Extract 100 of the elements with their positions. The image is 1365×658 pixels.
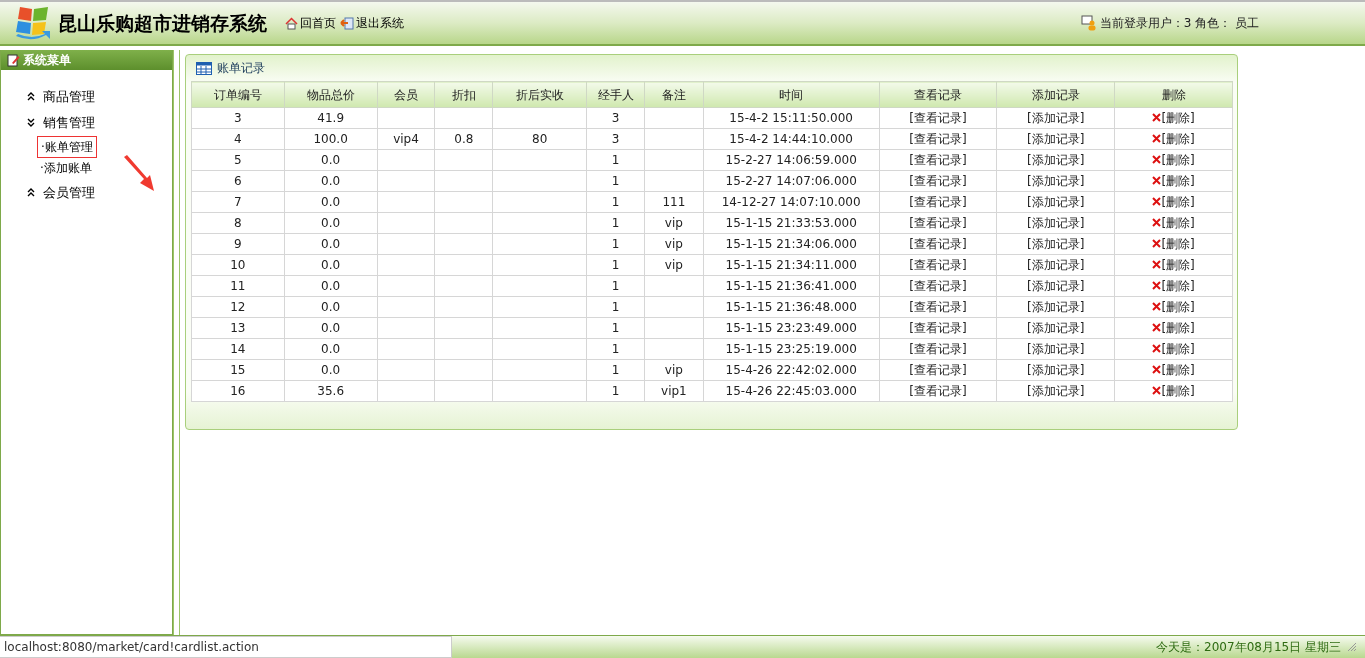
table-cell: 15-2-27 14:07:06.000 bbox=[703, 170, 880, 192]
table-cell: vip bbox=[644, 212, 704, 234]
table-cell: 1 bbox=[586, 317, 645, 339]
submenu-link[interactable]: ·账单管理 bbox=[37, 136, 97, 158]
table-cell: 0.0 bbox=[284, 149, 378, 171]
column-header: 时间 bbox=[703, 81, 880, 108]
table-cell: 80 bbox=[492, 128, 587, 150]
table-cell: 1 bbox=[586, 233, 645, 255]
table-cell: 10 bbox=[191, 254, 285, 276]
column-header: 添加记录 bbox=[996, 81, 1115, 108]
table-cell: 8 bbox=[191, 212, 285, 234]
table-cell: 0.0 bbox=[284, 275, 378, 297]
column-header: 物品总价 bbox=[284, 81, 378, 108]
delete-icon bbox=[1152, 197, 1162, 207]
table-cell: 111 bbox=[644, 191, 704, 213]
column-header: 删除 bbox=[1114, 81, 1233, 108]
table-cell: 0.0 bbox=[284, 212, 378, 234]
table-cell: 3 bbox=[191, 107, 285, 129]
home-icon bbox=[285, 16, 298, 30]
table-cell: 16 bbox=[191, 380, 285, 402]
app-title: 昆山乐购超市进销存系统 bbox=[58, 10, 267, 36]
table-cell: 15-1-15 21:36:48.000 bbox=[703, 296, 880, 318]
table-cell: 41.9 bbox=[284, 107, 378, 129]
table-cell: vip bbox=[644, 254, 704, 276]
table-cell: 14-12-27 14:07:10.000 bbox=[703, 191, 880, 213]
table-cell: 0.0 bbox=[284, 170, 378, 192]
table-cell: 15-1-15 21:33:53.000 bbox=[703, 212, 880, 234]
submenu-link[interactable]: ·添加账单 bbox=[37, 158, 95, 180]
table-cell: vip1 bbox=[644, 380, 704, 402]
table-cell: 15 bbox=[191, 359, 285, 381]
table-cell: 15-1-15 21:34:11.000 bbox=[703, 254, 880, 276]
home-link[interactable]: 回首页 bbox=[285, 14, 336, 32]
table-cell: 15-2-27 14:06:59.000 bbox=[703, 149, 880, 171]
table-cell: 15-4-26 22:42:02.000 bbox=[703, 359, 880, 381]
delete-icon bbox=[1152, 113, 1162, 123]
delete-icon bbox=[1152, 260, 1162, 270]
table-cell: 15-4-2 15:11:50.000 bbox=[703, 107, 880, 129]
table-cell: 1 bbox=[586, 170, 645, 192]
column-header: 折扣 bbox=[434, 81, 493, 108]
table-cell: 15-1-15 21:34:06.000 bbox=[703, 233, 880, 255]
sidebar-title: 系统菜单 bbox=[23, 52, 71, 69]
edit-icon bbox=[7, 53, 20, 67]
delete-icon bbox=[1152, 323, 1162, 333]
column-header: 订单编号 bbox=[191, 81, 285, 108]
table-cell: 35.6 bbox=[284, 380, 378, 402]
table-cell: 3 bbox=[586, 128, 645, 150]
logout-link[interactable]: 退出系统 bbox=[340, 14, 404, 32]
table-cell: 0.8 bbox=[434, 128, 493, 150]
delete-icon bbox=[1152, 302, 1162, 312]
table-cell: vip bbox=[644, 233, 704, 255]
table-cell: 1 bbox=[586, 296, 645, 318]
table-cell: 15-1-15 21:36:41.000 bbox=[703, 275, 880, 297]
table-cell: 7 bbox=[191, 191, 285, 213]
table-cell: 1 bbox=[586, 380, 645, 402]
user-icon bbox=[1080, 15, 1097, 31]
delete-icon bbox=[1152, 218, 1162, 228]
table-cell: 13 bbox=[191, 317, 285, 339]
column-header: 折后实收 bbox=[492, 81, 587, 108]
current-date: 今天是：2007年08月15日 星期三 bbox=[1156, 639, 1341, 656]
table-cell: 12 bbox=[191, 296, 285, 318]
delete-icon bbox=[1152, 344, 1162, 354]
column-header: 备注 bbox=[644, 81, 704, 108]
table-cell: 0.0 bbox=[284, 338, 378, 360]
table-cell: 1 bbox=[586, 212, 645, 234]
table-cell: 4 bbox=[191, 128, 285, 150]
table-cell: 0.0 bbox=[284, 191, 378, 213]
column-header: 查看记录 bbox=[879, 81, 997, 108]
menu-item[interactable]: 商品管理 bbox=[27, 84, 172, 110]
table-cell: 5 bbox=[191, 149, 285, 171]
table-cell: 9 bbox=[191, 233, 285, 255]
table-cell: 0.0 bbox=[284, 254, 378, 276]
delete-icon bbox=[1152, 155, 1162, 165]
user-info: 当前登录用户：3 角色： 员工 bbox=[1099, 15, 1259, 32]
table-cell: 11 bbox=[191, 275, 285, 297]
table-cell: vip4 bbox=[377, 128, 435, 150]
menu-item[interactable]: 会员管理 bbox=[27, 180, 172, 206]
column-header: 经手人 bbox=[586, 81, 645, 108]
column-header: 会员 bbox=[377, 81, 435, 108]
table-cell: 15-1-15 23:25:19.000 bbox=[703, 338, 880, 360]
table-cell: 6 bbox=[191, 170, 285, 192]
table-cell: 1 bbox=[586, 149, 645, 171]
table-cell: vip bbox=[644, 359, 704, 381]
table-icon bbox=[196, 61, 212, 75]
table-cell: 1 bbox=[586, 359, 645, 381]
menu-item[interactable]: 销售管理 bbox=[27, 110, 172, 136]
table-cell: 100.0 bbox=[284, 128, 378, 150]
table-cell: 0.0 bbox=[284, 317, 378, 339]
delete-icon bbox=[1152, 386, 1162, 396]
resize-grip-icon bbox=[1347, 642, 1357, 652]
exit-icon bbox=[340, 16, 354, 30]
splitter-bar[interactable] bbox=[173, 50, 180, 635]
table-cell: 3 bbox=[586, 107, 645, 129]
table-cell: 15-4-2 14:44:10.000 bbox=[703, 128, 880, 150]
table-cell: 15-1-15 23:23:49.000 bbox=[703, 317, 880, 339]
table-cell: 1 bbox=[586, 254, 645, 276]
delete-icon bbox=[1152, 134, 1162, 144]
table-cell: 0.0 bbox=[284, 233, 378, 255]
delete-icon bbox=[1152, 239, 1162, 249]
status-url: localhost:8080/market/card!cardlist.action bbox=[0, 636, 452, 658]
table-cell: 0.0 bbox=[284, 296, 378, 318]
